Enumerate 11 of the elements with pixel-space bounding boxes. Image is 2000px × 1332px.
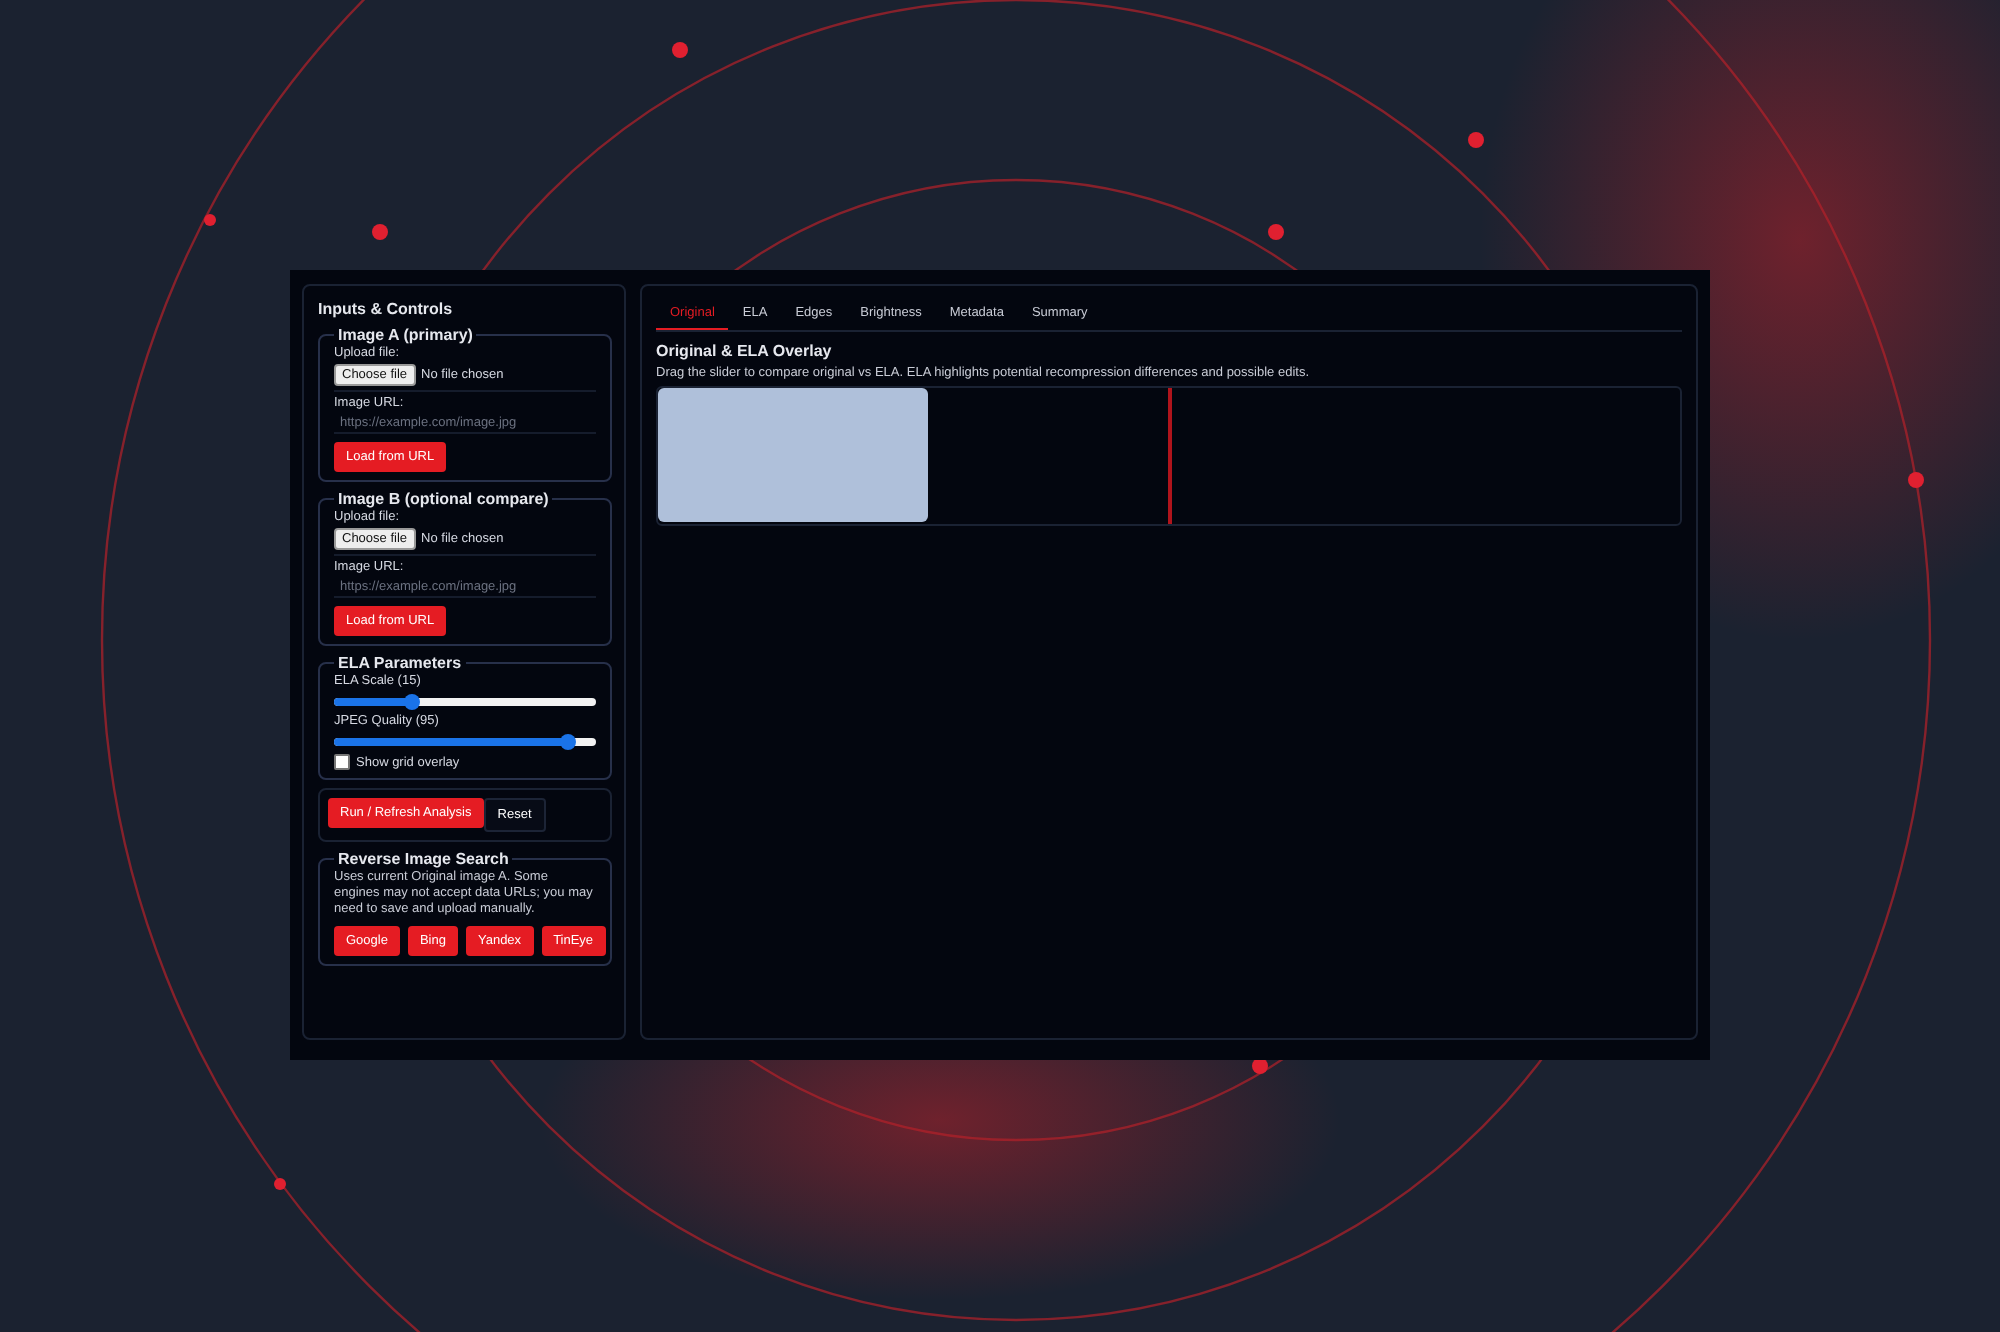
compare-divider[interactable]: [1167, 388, 1171, 524]
panel-title: Inputs & Controls: [318, 300, 455, 318]
group-title: ELA Parameters: [336, 654, 464, 672]
checkbox[interactable]: [334, 754, 350, 770]
slider-thumb[interactable]: [404, 694, 421, 710]
group-title: Reverse Image Search: [336, 850, 511, 868]
slider-track[interactable]: [334, 698, 596, 706]
group-title: Image B (optional compare): [336, 490, 551, 508]
slider-thumb[interactable]: [559, 734, 576, 750]
group-title: Image A (primary): [336, 326, 475, 344]
section-title: Original & ELA Overlay: [656, 342, 834, 360]
